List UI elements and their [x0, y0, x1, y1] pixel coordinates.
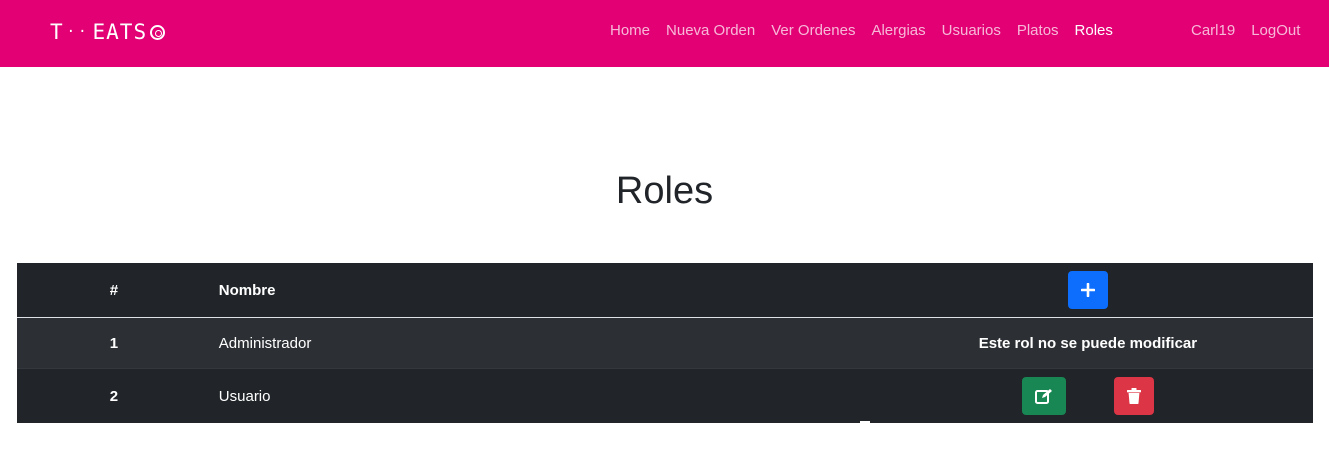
- nav-user-area: Carl19 LogOut: [1191, 22, 1316, 39]
- table-edge-notch: [860, 421, 870, 425]
- brand-letter: T: [50, 20, 64, 44]
- plus-icon: [1080, 283, 1095, 297]
- header-num: #: [109, 281, 119, 299]
- page-title: Roles: [615, 170, 714, 212]
- row-name: Administrador: [218, 334, 312, 352]
- brand-text: EATS: [92, 20, 148, 44]
- roles-table: # Nombre 1 Administrador Este rol no se …: [17, 263, 1313, 425]
- table-row: 2 Usuario: [17, 369, 1313, 423]
- add-role-button[interactable]: [1067, 271, 1108, 309]
- nav-platos[interactable]: Platos: [1017, 22, 1059, 39]
- nav-username[interactable]: Carl19: [1191, 22, 1235, 39]
- nav-usuarios[interactable]: Usuarios: [942, 22, 1001, 39]
- table-header-row: # Nombre: [17, 263, 1313, 318]
- nav-nueva-orden[interactable]: Nueva Orden: [666, 22, 755, 39]
- table-row: 1 Administrador Este rol no se puede mod…: [17, 318, 1313, 369]
- nav-ver-ordenes[interactable]: Ver Ordenes: [771, 22, 855, 39]
- header-actions: [863, 271, 1313, 309]
- trash-icon: [1126, 388, 1141, 404]
- header-nombre: Nombre: [218, 281, 276, 299]
- brand-dots: ··: [66, 24, 90, 40]
- delete-role-button[interactable]: [1113, 377, 1154, 415]
- nav-roles[interactable]: Roles: [1075, 22, 1113, 39]
- brand-logo[interactable]: T ·· EATS: [50, 18, 166, 46]
- nav-links: Home Nueva Orden Ver Ordenes Alergias Us…: [610, 22, 1129, 39]
- row-num: 2: [109, 387, 119, 405]
- row-name: Usuario: [218, 387, 271, 405]
- navbar: T ·· EATS Home Nueva Orden Ver Ordenes A…: [0, 0, 1329, 67]
- nav-home[interactable]: Home: [610, 22, 650, 39]
- locked-role-text: Este rol no se puede modificar: [978, 334, 1198, 352]
- nav-logout[interactable]: LogOut: [1251, 22, 1300, 39]
- edit-role-button[interactable]: [1021, 377, 1066, 415]
- brand-badge-icon: [150, 24, 166, 40]
- edit-icon: [1034, 389, 1052, 404]
- nav-alergias[interactable]: Alergias: [871, 22, 925, 39]
- row-actions: [863, 377, 1313, 415]
- row-num: 1: [109, 334, 119, 352]
